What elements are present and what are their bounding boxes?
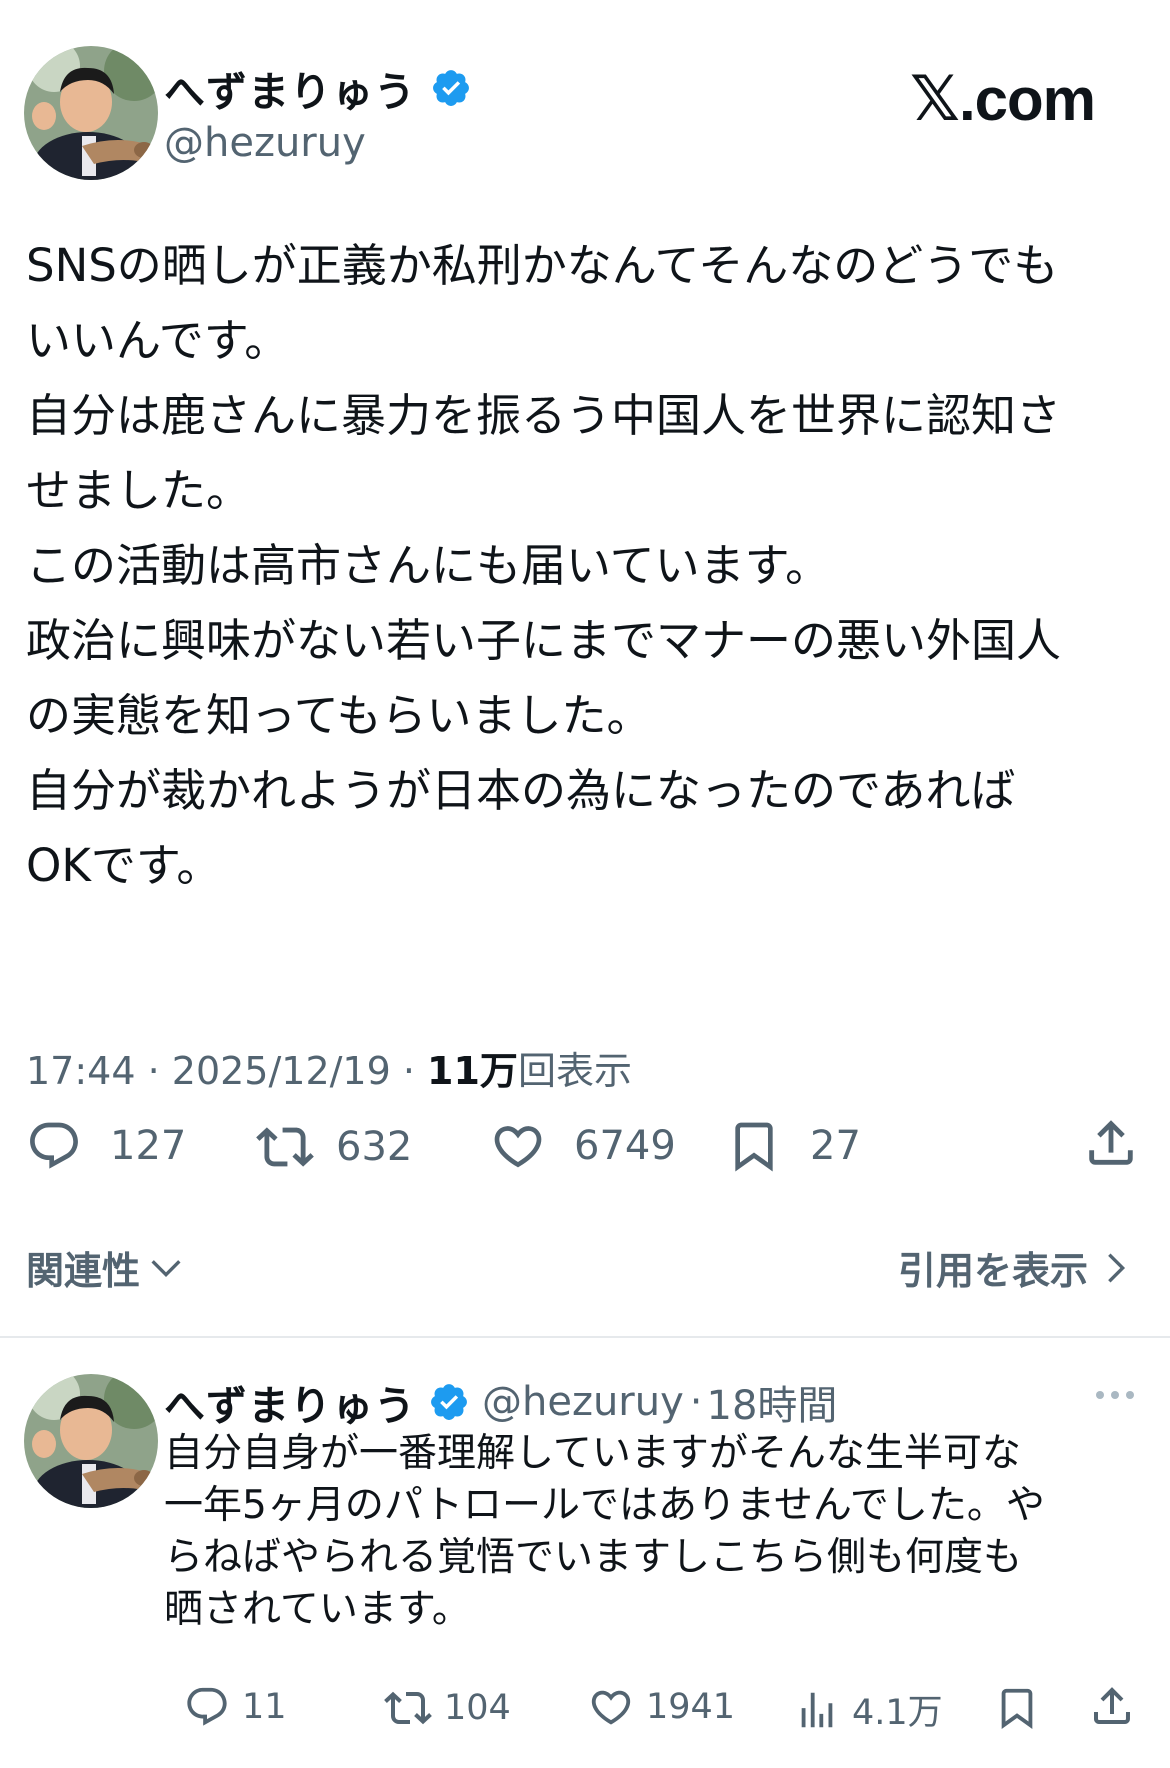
reply-reply-button[interactable]: 11 bbox=[184, 1684, 287, 1730]
post-body-line: せました。 bbox=[26, 464, 252, 517]
bookmark-count: 27 bbox=[810, 1123, 861, 1169]
repost-count: 632 bbox=[336, 1124, 413, 1170]
reply-repost-button[interactable]: 104 bbox=[384, 1684, 511, 1732]
bookmark-icon bbox=[735, 1122, 773, 1172]
reply-author-handle[interactable]: @hezuruy bbox=[482, 1379, 684, 1425]
reply-separator: · bbox=[689, 1379, 703, 1425]
more-options-button[interactable] bbox=[1092, 1380, 1138, 1414]
reply-like-button[interactable]: 1941 bbox=[588, 1684, 735, 1730]
sort-relevance-label: 関連性 bbox=[26, 1249, 141, 1293]
author-name-row: へずまりゅう bbox=[164, 58, 472, 118]
views-count: 11万 bbox=[427, 1049, 518, 1093]
reply-views-count: 4.1万 bbox=[852, 1693, 943, 1733]
reply-views-button[interactable]: 4.1万 bbox=[794, 1684, 943, 1735]
views-icon bbox=[801, 1692, 833, 1727]
share-icon bbox=[1094, 1687, 1130, 1724]
x-logo-icon: 𝕏 bbox=[910, 62, 960, 135]
share-icon bbox=[1089, 1120, 1133, 1165]
bookmark-icon bbox=[1001, 1688, 1033, 1729]
post-body: SNSの晒しが正義か私刑かなんてそんなのどうでも いいんです。 自分は鹿さんに暴… bbox=[26, 228, 1061, 903]
reply-button[interactable]: 127 bbox=[26, 1118, 186, 1174]
more-icon bbox=[1096, 1391, 1134, 1399]
post-date[interactable]: 2025/12/19 bbox=[172, 1049, 391, 1093]
meta-separator: · bbox=[135, 1049, 172, 1093]
like-count: 6749 bbox=[574, 1123, 676, 1169]
like-icon bbox=[494, 1126, 542, 1168]
post-body-line: OKです。 bbox=[26, 839, 222, 892]
post-time[interactable]: 17:44 bbox=[26, 1049, 136, 1093]
chevron-right-icon bbox=[1108, 1252, 1126, 1283]
post-body-line: の実態を知ってもらいました。 bbox=[26, 689, 652, 742]
reply-reply-count: 11 bbox=[242, 1687, 287, 1727]
divider bbox=[0, 1336, 1170, 1338]
meta-separator: · bbox=[390, 1049, 428, 1093]
views-label: 回表示 bbox=[517, 1049, 632, 1093]
post-body-line: 自分は鹿さんに暴力を振るう中国人を世界に認知さ bbox=[26, 389, 1062, 442]
repost-icon bbox=[256, 1127, 314, 1167]
reply-body-line: 自分自身が一番理解していますがそんな生半可な bbox=[164, 1431, 1021, 1476]
brand-domain: .com bbox=[958, 66, 1096, 133]
reply-body-line: 晒されています。 bbox=[164, 1587, 471, 1632]
reply-icon bbox=[30, 1122, 78, 1169]
post-meta: 17:44 · 2025/12/19 · 11万回表示 bbox=[26, 1040, 632, 1095]
post-body-line: 政治に興味がない若い子にまでマナーの悪い外国人 bbox=[26, 614, 1062, 667]
view-quotes-link[interactable]: 引用を表示 bbox=[898, 1240, 1136, 1295]
reply-body: 自分自身が一番理解していますがそんな生半可な 一年5ヶ月のパトロールではありませ… bbox=[164, 1428, 1045, 1636]
author-name[interactable]: へずまりゅう bbox=[164, 58, 416, 118]
chevron-down-icon bbox=[151, 1259, 181, 1277]
reply-time[interactable]: 18時間 bbox=[707, 1373, 838, 1431]
reply-repost-count: 104 bbox=[444, 1688, 511, 1728]
reply-share-button[interactable] bbox=[1088, 1682, 1136, 1734]
like-icon bbox=[591, 1690, 631, 1725]
repost-icon bbox=[384, 1691, 432, 1725]
bookmark-button[interactable]: 27 bbox=[726, 1116, 861, 1176]
repost-button[interactable]: 632 bbox=[256, 1118, 412, 1176]
verified-badge-icon bbox=[431, 1384, 467, 1420]
post-body-line: SNSの晒しが正義か私刑かなんてそんなのどうでも bbox=[26, 239, 1059, 292]
reply-author-name[interactable]: へずまりゅう bbox=[164, 1372, 416, 1432]
share-button[interactable] bbox=[1082, 1114, 1140, 1176]
reply-body-line: 一年5ヶ月のパトロールではありませんでした。や bbox=[164, 1483, 1045, 1528]
reply-header: へずまりゅう @hezuruy · 18時間 bbox=[164, 1372, 837, 1432]
reply-count: 127 bbox=[110, 1123, 187, 1169]
verified-badge-icon bbox=[433, 70, 469, 106]
x-com-logo: 𝕏.com bbox=[910, 62, 1096, 135]
post-body-line: 自分が裁かれようが日本の為になったのであれば bbox=[26, 764, 1016, 817]
reply-body-line: らねばやられる覚悟でいますしこちら側も何度も bbox=[164, 1535, 1023, 1580]
reply-icon bbox=[187, 1687, 227, 1726]
view-quotes-label: 引用を表示 bbox=[898, 1249, 1089, 1293]
reply-like-count: 1941 bbox=[646, 1687, 736, 1727]
sort-relevance-button[interactable]: 関連性 bbox=[26, 1240, 186, 1295]
reply-bookmark-button[interactable] bbox=[994, 1684, 1040, 1736]
post-body-line: この活動は高市さんにも届いています。 bbox=[26, 539, 831, 592]
post-body-line: いいんです。 bbox=[26, 314, 290, 367]
author-handle[interactable]: @hezuruy bbox=[164, 120, 366, 166]
author-avatar[interactable] bbox=[24, 46, 158, 180]
reply-author-avatar[interactable] bbox=[24, 1374, 158, 1508]
like-button[interactable]: 6749 bbox=[490, 1118, 676, 1174]
